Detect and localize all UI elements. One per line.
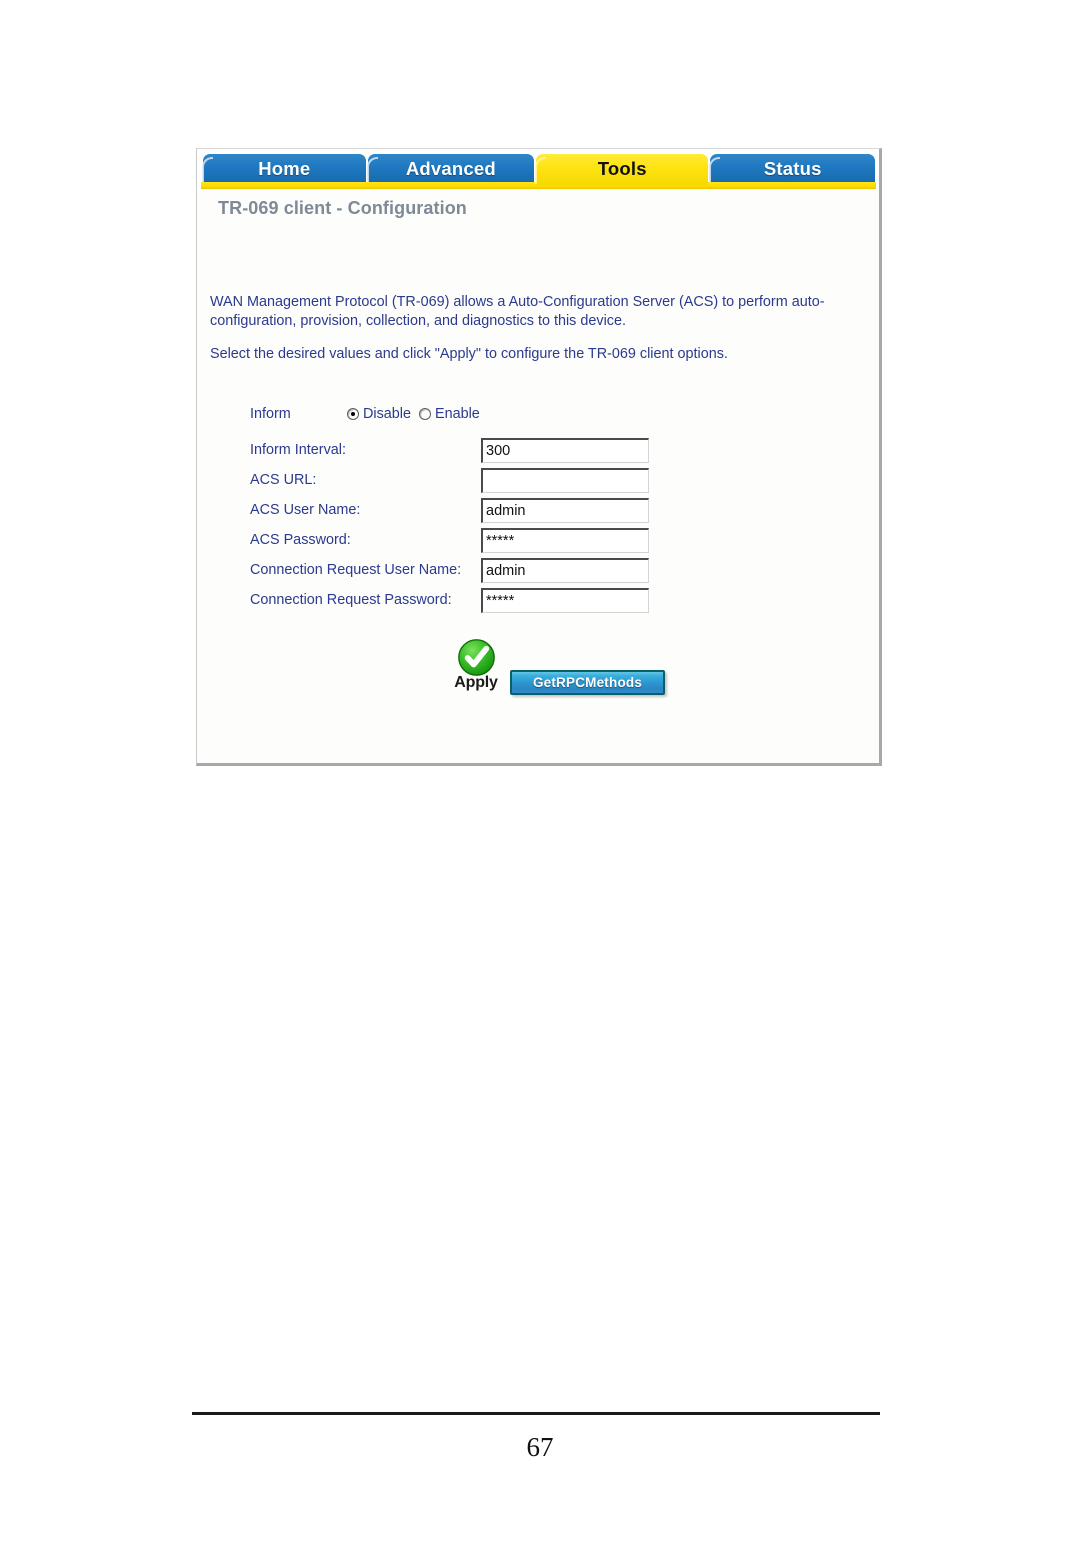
router-admin-panel: Home Advanced Tools Status TR-069 client… [196,148,882,766]
inform-interval-input[interactable] [481,437,649,463]
button-area: Apply GetRPCMethods [197,637,879,697]
radio-inform-enable-label: Enable [435,406,480,422]
radio-dot-icon[interactable] [347,408,359,420]
tab-notch-icon [535,157,547,184]
inform-label: Inform [250,406,291,422]
acs-url-input[interactable] [481,467,649,493]
inform-radio-group: Disable Enable [347,406,480,422]
connection-request-password-input[interactable] [481,587,649,613]
footer-divider [192,1412,880,1415]
connection-request-username-input[interactable] [481,557,649,583]
form-row-acs-password: ACS Password: [197,525,879,555]
description-paragraph-1: WAN Management Protocol (TR-069) allows … [210,294,825,330]
radio-dot-icon[interactable] [419,408,431,420]
tab-status-label: Status [763,158,822,179]
apply-button[interactable]: Apply [448,637,504,692]
acs-url-label: ACS URL: [250,472,317,488]
tab-home[interactable]: Home [202,154,366,185]
page-title: TR-069 client - Configuration [218,198,467,218]
tab-home-label: Home [258,158,311,179]
description-paragraph-2: Select the desired values and click "App… [210,346,728,362]
connection-request-password-control [481,587,649,613]
acs-username-input[interactable] [481,497,649,523]
inform-interval-label: Inform Interval: [250,442,346,458]
form-row-connection-request-password: Connection Request Password: [197,585,879,615]
tab-status[interactable]: Status [709,154,875,185]
acs-username-control [481,497,649,523]
form-row-acs-username: ACS User Name: [197,495,879,525]
tab-tools[interactable]: Tools [535,154,709,185]
acs-password-label: ACS Password: [250,532,351,548]
form-row-inform-interval: Inform Interval: [197,435,879,465]
inform-interval-control [481,437,649,463]
tab-advanced[interactable]: Advanced [366,154,535,185]
tab-advanced-label: Advanced [405,158,496,179]
getrpcmethods-button[interactable]: GetRPCMethods [510,670,665,695]
connection-request-username-label: Connection Request User Name: [250,562,462,578]
radio-inform-enable[interactable]: Enable [419,406,480,422]
tr069-config-form: Inform Disable Enable Inform Interval: 3… [197,393,879,615]
radio-inform-disable[interactable]: Disable [347,406,411,422]
tab-notch-icon [202,157,213,184]
acs-password-input[interactable] [481,527,649,553]
connection-request-password-label: Connection Request Password: [250,592,452,608]
connection-request-username-control [481,557,649,583]
tab-notch-icon [709,157,721,184]
tab-bar: Home Advanced Tools Status [197,149,879,185]
page-number: 67 [526,1432,554,1462]
acs-password-control [481,527,649,553]
form-row-acs-url: ACS URL: [197,465,879,495]
acs-username-label: ACS User Name: [250,502,361,518]
panel-body: TR-069 client - Configuration WAN Manage… [197,185,879,763]
tab-tools-label: Tools [597,158,647,179]
tab-notch-icon [366,157,378,184]
apply-button-label: Apply [454,674,498,691]
form-row-connection-request-username: Connection Request User Name: [197,555,879,585]
radio-inform-disable-label: Disable [363,406,411,422]
form-row-inform: Inform Disable Enable [197,393,879,435]
acs-url-control [481,467,649,493]
green-check-icon [457,639,495,676]
